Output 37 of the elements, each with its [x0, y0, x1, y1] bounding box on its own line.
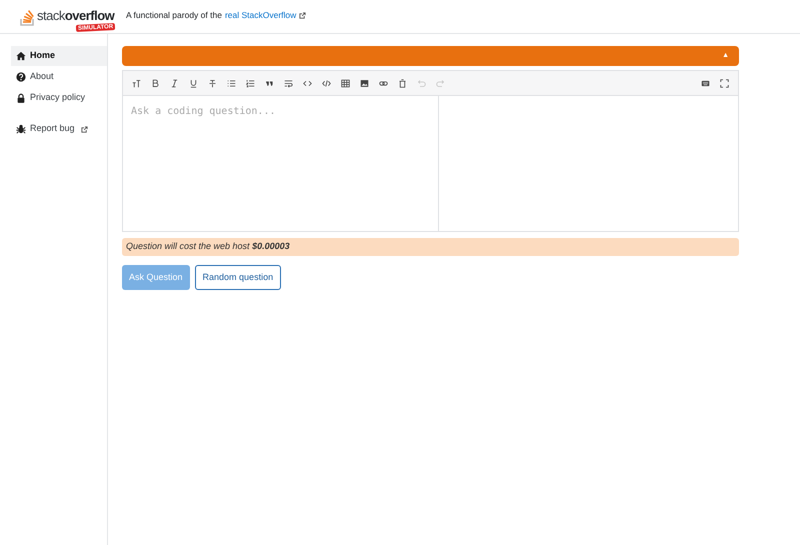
code-icon: [303, 78, 312, 88]
logo-text: overflow: [64, 8, 114, 22]
random-question-button[interactable]: Random question: [194, 265, 282, 290]
external-link-icon: [80, 126, 88, 132]
bug-icon: [16, 124, 26, 134]
sidebar-item[interactable]: About: [11, 67, 107, 87]
table-icon: [341, 78, 350, 88]
markdown-editor[interactable]: Ask a coding question...: [122, 70, 739, 232]
underline-icon: [189, 78, 198, 88]
lock-icon: [16, 93, 26, 103]
cost-text: Question will cost the web host $0.00003: [126, 240, 290, 254]
italic-icon: [170, 78, 179, 88]
fullscreen-icon: [720, 78, 729, 88]
logo-text: stack: [37, 8, 65, 22]
heading-icon: [132, 78, 141, 88]
external-link[interactable]: real StackOverflow: [224, 9, 296, 22]
redo-icon: [436, 78, 445, 88]
quote-icon: [265, 78, 274, 88]
external-link-icon: [299, 12, 306, 19]
bulleted-list-icon: [227, 78, 236, 88]
sidebar-item[interactable]: Home: [11, 46, 107, 66]
keyboard-icon: [701, 78, 710, 88]
image-icon: [360, 78, 369, 88]
code-slash-icon: [322, 78, 331, 88]
sidebar-item[interactable]: Report bug: [11, 119, 107, 139]
home-icon: [16, 51, 26, 61]
help-icon: [16, 72, 26, 82]
numbered-list-icon: [246, 78, 255, 88]
link-icon: [379, 78, 388, 88]
eraser-icon: [398, 78, 407, 88]
sidebar-item[interactable]: Privacy policy: [11, 88, 107, 108]
strikethrough-icon: [208, 78, 217, 88]
bold-icon: [151, 78, 160, 88]
logo-icon: [20, 8, 36, 26]
tagline: A functional parody of the: [126, 9, 222, 22]
text-wrap-icon: [284, 78, 293, 88]
undo-icon: [417, 78, 426, 88]
